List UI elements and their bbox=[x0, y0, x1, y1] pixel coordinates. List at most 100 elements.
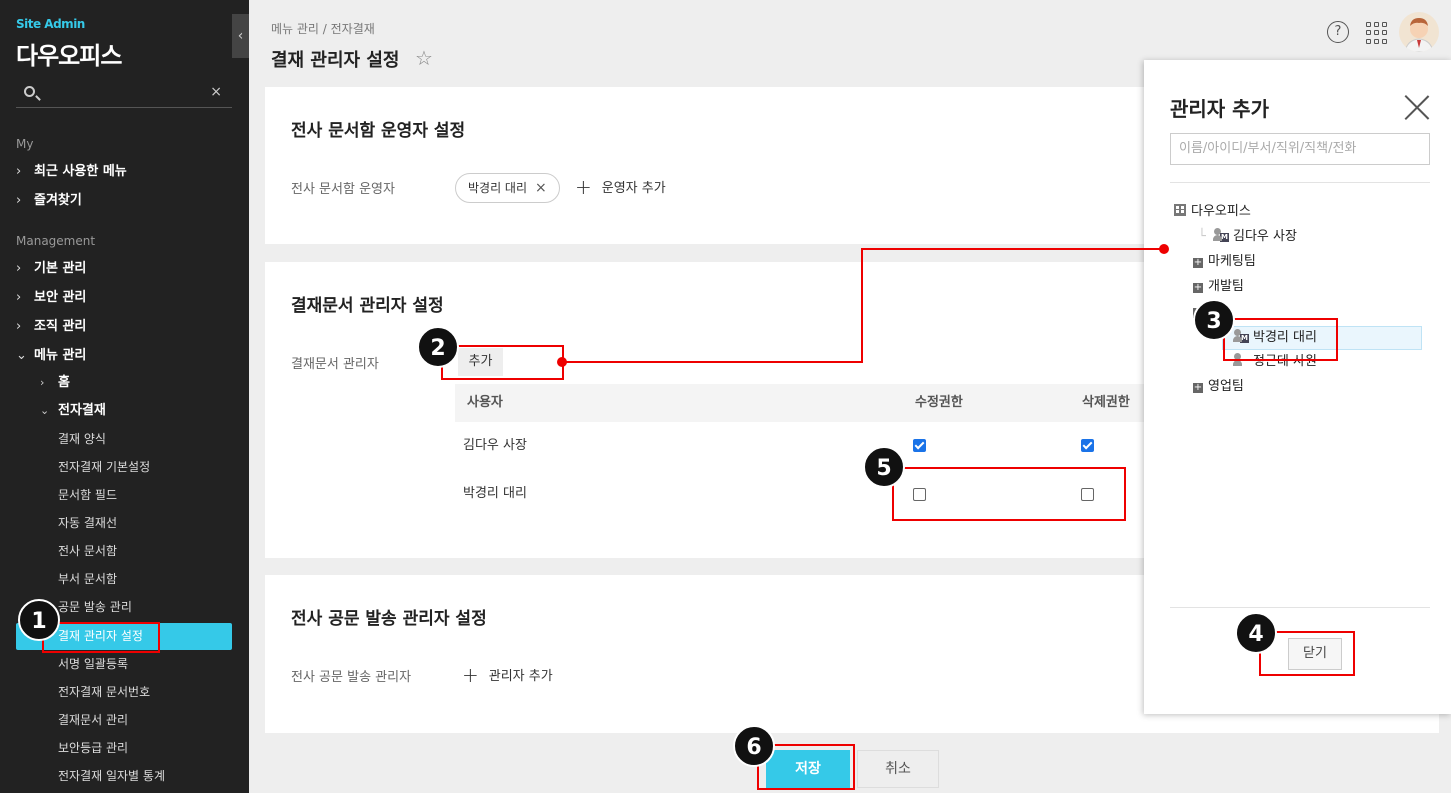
tree-label: 김다우 사장 bbox=[1233, 229, 1297, 244]
save-button[interactable]: 저장 bbox=[766, 750, 850, 788]
sidebar-item-dept-docbox[interactable]: 부서 문서함 bbox=[58, 569, 117, 589]
tree-root[interactable]: 다우오피스 bbox=[1174, 202, 1251, 222]
sidebar-item-approval-settings[interactable]: 전자결재 기본설정 bbox=[58, 457, 150, 477]
sidebar-item-menu[interactable]: ⌄ 메뉴 관리 bbox=[16, 345, 86, 367]
tree-label: 박경리 대리 bbox=[1253, 330, 1317, 345]
plus-icon: + bbox=[575, 175, 592, 199]
tree-user-ceo[interactable]: M 김다우 사장 bbox=[1213, 227, 1297, 247]
add-operator-label: 운영자 추가 bbox=[601, 181, 666, 196]
chevron-right-icon: › bbox=[16, 319, 22, 334]
operator-chip: 박경리 대리 × bbox=[455, 173, 560, 203]
add-admin-panel: 관리자 추가 이름/아이디/부서/직위/직책/전화 bbox=[1144, 60, 1451, 714]
close-icon[interactable] bbox=[1404, 94, 1430, 120]
delete-permission-checkbox[interactable] bbox=[1081, 488, 1094, 501]
sidebar-item-home[interactable]: › 홈 bbox=[40, 373, 70, 393]
sidebar: ‹ Site Admin 다우오피스 × My › 최근 사용한 메뉴 › 즐겨찾기… bbox=[0, 0, 249, 793]
step-badge-3: 3 bbox=[1193, 299, 1235, 341]
sidebar-item-company-docbox[interactable]: 전사 문서함 bbox=[58, 541, 117, 561]
help-icon[interactable]: ? bbox=[1327, 21, 1349, 43]
chevron-down-icon: ⌄ bbox=[40, 404, 50, 417]
tree-user-park[interactable]: M 박경리 대리 bbox=[1233, 328, 1317, 348]
sidebar-item-org[interactable]: › 조직 관리 bbox=[16, 316, 86, 338]
tree-connector: └ bbox=[1198, 229, 1206, 244]
tree-label: 영업팀 bbox=[1208, 379, 1244, 394]
sidebar-item-label: 전자결재 bbox=[58, 403, 106, 418]
chevron-right-icon: › bbox=[16, 164, 22, 179]
sidebar-item-label: 메뉴 관리 bbox=[34, 348, 87, 363]
section-management: Management bbox=[16, 234, 96, 248]
tree-team-sales[interactable]: + 영업팀 bbox=[1193, 377, 1244, 397]
user-icon: M bbox=[1233, 329, 1249, 343]
avatar[interactable] bbox=[1399, 12, 1439, 52]
sidebar-item-official-doc[interactable]: 공문 발송 관리 bbox=[58, 597, 132, 617]
user-name: 박경리 대리 bbox=[463, 486, 527, 501]
divider bbox=[1170, 607, 1430, 608]
brand-logo[interactable]: 다우오피스 bbox=[16, 36, 122, 71]
tree-team-marketing[interactable]: + 마케팅팀 bbox=[1193, 252, 1256, 272]
sidebar-item-basic[interactable]: › 기본 관리 bbox=[16, 258, 86, 280]
chip-label: 박경리 대리 bbox=[468, 181, 528, 195]
add-manager-button[interactable]: + 관리자 추가 bbox=[462, 663, 553, 687]
field-label: 전사 문서함 운영자 bbox=[291, 182, 395, 197]
sidebar-collapse-button[interactable]: ‹ bbox=[232, 14, 249, 58]
expand-icon: + bbox=[1193, 282, 1203, 293]
sidebar-item-docbox-field[interactable]: 문서함 필드 bbox=[58, 485, 117, 505]
expand-icon: + bbox=[1193, 257, 1203, 268]
sidebar-item-doc-number[interactable]: 전자결재 문서번호 bbox=[58, 682, 150, 702]
org-search-input[interactable]: 이름/아이디/부서/직위/직책/전화 bbox=[1170, 133, 1430, 165]
tree-team-dev[interactable]: + 개발팀 bbox=[1193, 277, 1244, 297]
sidebar-item-auto-line[interactable]: 자동 결재선 bbox=[58, 513, 117, 533]
field-label: 결재문서 관리자 bbox=[291, 357, 379, 372]
plus-icon: + bbox=[462, 663, 479, 687]
expand-icon: + bbox=[1193, 382, 1203, 393]
chevron-right-icon: › bbox=[16, 193, 22, 208]
panel-close-button[interactable]: 닫기 bbox=[1288, 638, 1342, 670]
step-badge-2: 2 bbox=[417, 326, 459, 368]
user-name: 김다우 사장 bbox=[463, 438, 527, 453]
field-label: 전사 공문 발송 관리자 bbox=[291, 670, 412, 685]
tree-label: 정근데 사원 bbox=[1253, 354, 1317, 369]
site-admin-label: Site Admin bbox=[16, 17, 85, 31]
tree-label: 마케팅팀 bbox=[1208, 254, 1256, 269]
add-admin-button[interactable]: 추가 bbox=[458, 348, 503, 376]
sidebar-item-doc-manage[interactable]: 결재문서 관리 bbox=[58, 710, 128, 730]
search-icon bbox=[24, 86, 35, 97]
sidebar-item-daily-stats[interactable]: 전자결재 일자별 통계 bbox=[58, 766, 165, 786]
sidebar-item-label: 홈 bbox=[58, 375, 70, 390]
section-title: 결재문서 관리자 설정 bbox=[291, 296, 444, 316]
remove-icon[interactable]: × bbox=[535, 180, 547, 196]
sidebar-item-security[interactable]: › 보안 관리 bbox=[16, 287, 86, 309]
sidebar-item-security-level[interactable]: 보안등급 관리 bbox=[58, 738, 128, 758]
chevron-right-icon: › bbox=[16, 290, 22, 305]
tree-label: 개발팀 bbox=[1208, 279, 1244, 294]
breadcrumb: 메뉴 관리 / 전자결재 bbox=[271, 22, 375, 36]
sidebar-item-recent[interactable]: › 최근 사용한 메뉴 bbox=[16, 161, 127, 183]
section-my: My bbox=[16, 137, 34, 151]
col-user: 사용자 bbox=[467, 395, 503, 410]
step-badge-4: 4 bbox=[1235, 612, 1277, 654]
clear-icon[interactable]: × bbox=[210, 84, 222, 100]
user-icon bbox=[1233, 353, 1249, 367]
chevron-right-icon: › bbox=[16, 261, 22, 276]
delete-permission-checkbox[interactable] bbox=[1081, 439, 1094, 452]
chevron-down-icon: ⌄ bbox=[16, 348, 27, 363]
sidebar-item-signature[interactable]: 서명 일괄등록 bbox=[58, 654, 128, 674]
page-title: 결재 관리자 설정 bbox=[271, 50, 400, 71]
sidebar-item-label: 보안 관리 bbox=[34, 290, 87, 305]
tree-user-jung[interactable]: 정근데 사원 bbox=[1233, 352, 1317, 372]
cancel-button[interactable]: 취소 bbox=[857, 750, 939, 788]
menu-search-input[interactable]: × bbox=[16, 80, 232, 108]
edit-permission-checkbox[interactable] bbox=[913, 439, 926, 452]
section-title: 전사 문서함 운영자 설정 bbox=[291, 121, 466, 141]
edit-permission-checkbox[interactable] bbox=[913, 488, 926, 501]
sidebar-item-favorites[interactable]: › 즐겨찾기 bbox=[16, 190, 82, 212]
sidebar-item-approval[interactable]: ⌄ 전자결재 bbox=[40, 401, 106, 421]
star-icon[interactable]: ☆ bbox=[415, 46, 433, 70]
step-badge-6: 6 bbox=[733, 725, 775, 767]
apps-grid-icon[interactable] bbox=[1366, 22, 1388, 44]
sidebar-item-approval-form[interactable]: 결재 양식 bbox=[58, 429, 106, 449]
add-operator-button[interactable]: + 운영자 추가 bbox=[575, 175, 666, 199]
sidebar-item-label: 기본 관리 bbox=[34, 261, 87, 276]
user-icon: M bbox=[1213, 228, 1229, 242]
sidebar-item-label: 즐겨찾기 bbox=[34, 193, 82, 208]
